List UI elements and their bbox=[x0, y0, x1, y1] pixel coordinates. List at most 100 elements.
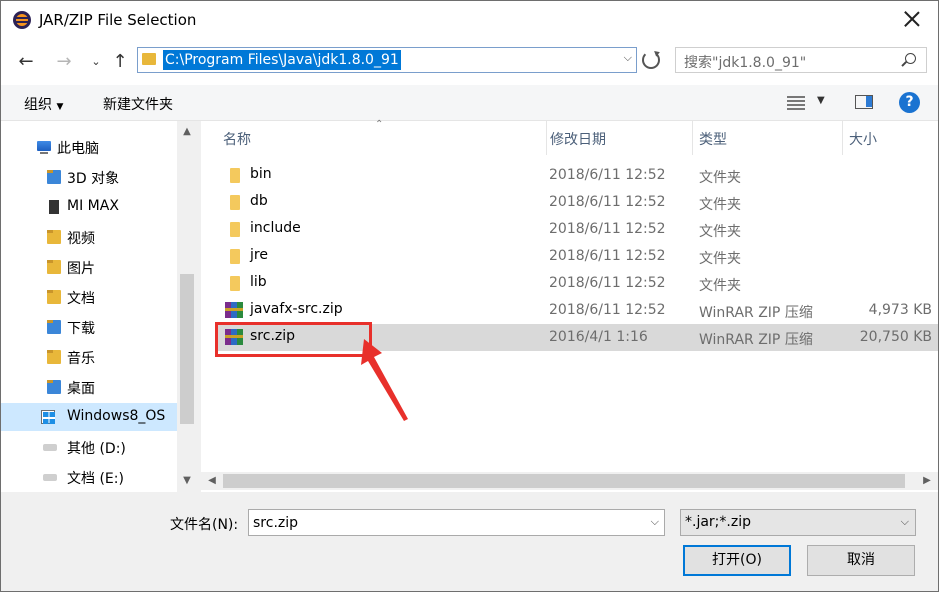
navigation-pane: 此电脑 3D 对象 MI MAX 视频 图片 文档 下载 音乐 桌面 Windo… bbox=[1, 121, 197, 492]
search-box[interactable]: 搜索"jdk1.8.0_91" bbox=[675, 47, 927, 73]
chevron-down-icon[interactable]: ⌵ bbox=[624, 51, 632, 65]
scroll-right-icon[interactable]: ▶ bbox=[918, 472, 936, 490]
scroll-thumb[interactable] bbox=[223, 474, 905, 488]
column-header-label: 名称 bbox=[223, 132, 251, 148]
folder-icon bbox=[230, 276, 240, 291]
nav-scrollbar[interactable]: ▲ ▼ bbox=[177, 121, 197, 492]
download-folder-icon bbox=[47, 320, 61, 334]
column-header-name[interactable]: 名称 bbox=[201, 121, 546, 155]
folder-icon bbox=[142, 53, 156, 65]
address-bar[interactable]: C:\Program Files\Java\jdk1.8.0_91 ⌵ bbox=[137, 47, 637, 73]
nav-item-drive-d[interactable]: 其他 (D:) bbox=[1, 433, 177, 461]
file-modified: 2018/6/11 12:52 bbox=[549, 167, 666, 183]
nav-item-3d-objects[interactable]: 3D 对象 bbox=[1, 163, 177, 191]
command-toolbar: 组织 ▼ 新建文件夹 ▼ ? bbox=[1, 85, 938, 121]
column-header-label: 大小 bbox=[849, 132, 877, 148]
nav-item-windows8-os[interactable]: Windows8_OS bbox=[1, 403, 177, 431]
nav-item-documents[interactable]: 文档 bbox=[1, 283, 177, 311]
file-name: jre bbox=[250, 247, 268, 263]
horizontal-scrollbar[interactable]: ◀ ▶ bbox=[201, 472, 938, 490]
nav-item-label: MI MAX bbox=[67, 198, 119, 214]
refresh-icon[interactable] bbox=[642, 51, 660, 69]
file-modified: 2018/6/11 12:52 bbox=[549, 194, 666, 210]
computer-icon bbox=[37, 141, 51, 154]
forward-arrow-icon[interactable]: → bbox=[53, 51, 75, 73]
chevron-down-icon[interactable]: ⌵ bbox=[901, 515, 909, 529]
title-bar: JAR/ZIP File Selection bbox=[1, 1, 938, 39]
organize-button[interactable]: 组织 ▼ bbox=[24, 94, 63, 114]
address-path[interactable]: C:\Program Files\Java\jdk1.8.0_91 bbox=[163, 50, 401, 70]
column-header-type[interactable]: 类型 bbox=[692, 121, 842, 155]
folder-icon bbox=[230, 168, 240, 183]
open-button[interactable]: 打开(O) bbox=[683, 545, 791, 576]
nav-item-this-pc[interactable]: 此电脑 bbox=[1, 133, 177, 161]
recent-locations-chevron-icon[interactable]: ⌄ bbox=[85, 51, 107, 73]
file-name: javafx-src.zip bbox=[250, 301, 343, 317]
file-list: ⌃ 名称 修改日期 类型 大小 bin 2018/6/11 12:52 文件夹 … bbox=[201, 119, 938, 492]
folder-icon bbox=[230, 195, 240, 210]
folder-icon bbox=[47, 230, 61, 244]
file-modified: 2018/6/11 12:52 bbox=[549, 275, 666, 291]
nav-item-music[interactable]: 音乐 bbox=[1, 343, 177, 371]
up-arrow-icon[interactable]: ↑ bbox=[109, 51, 131, 73]
scroll-left-icon[interactable]: ◀ bbox=[203, 472, 221, 490]
file-row[interactable]: db 2018/6/11 12:52 文件夹 bbox=[216, 189, 938, 216]
scroll-thumb[interactable] bbox=[180, 274, 194, 424]
cancel-button[interactable]: 取消 bbox=[807, 545, 915, 576]
file-type-filter-select[interactable]: *.jar;*.zip ⌵ bbox=[680, 509, 916, 536]
folder-icon bbox=[47, 170, 61, 184]
nav-item-mi-max[interactable]: MI MAX bbox=[1, 193, 177, 221]
search-input[interactable]: 搜索"jdk1.8.0_91" bbox=[684, 52, 806, 72]
nav-item-label: 此电脑 bbox=[57, 141, 99, 157]
folder-icon bbox=[47, 290, 61, 304]
file-modified: 2018/6/11 12:52 bbox=[549, 221, 666, 237]
filename-input[interactable] bbox=[253, 513, 633, 532]
search-icon[interactable] bbox=[905, 53, 916, 64]
column-header-label: 修改日期 bbox=[550, 132, 606, 148]
back-arrow-icon[interactable]: ← bbox=[15, 51, 37, 73]
filter-value: *.jar;*.zip bbox=[685, 514, 751, 530]
chevron-down-icon[interactable]: ⌵ bbox=[651, 515, 659, 529]
navigation-bar: ← → ⌄ ↑ C:\Program Files\Java\jdk1.8.0_9… bbox=[1, 39, 938, 85]
file-row[interactable]: include 2018/6/11 12:52 文件夹 bbox=[216, 216, 938, 243]
drive-icon bbox=[43, 474, 57, 481]
phone-icon bbox=[49, 200, 59, 214]
folder-icon bbox=[47, 380, 61, 394]
file-type: 文件夹 bbox=[699, 251, 741, 267]
column-header-label: 类型 bbox=[699, 132, 727, 148]
column-header-modified[interactable]: 修改日期 bbox=[546, 121, 696, 155]
scroll-up-icon[interactable]: ▲ bbox=[177, 123, 197, 141]
help-icon[interactable]: ? bbox=[899, 92, 920, 113]
nav-item-label: 音乐 bbox=[67, 351, 95, 367]
file-size: 20,750 KB bbox=[859, 329, 932, 345]
new-folder-button[interactable]: 新建文件夹 bbox=[103, 94, 173, 114]
file-name: bin bbox=[250, 166, 272, 182]
nav-item-label: 下载 bbox=[67, 321, 95, 337]
file-row[interactable]: javafx-src.zip 2018/6/11 12:52 WinRAR ZI… bbox=[216, 297, 938, 324]
close-icon[interactable] bbox=[900, 7, 924, 31]
preview-pane-icon[interactable] bbox=[855, 95, 873, 109]
nav-item-drive-e[interactable]: 文档 (E:) bbox=[1, 463, 177, 491]
folder-icon bbox=[230, 249, 240, 264]
view-options-icon[interactable] bbox=[787, 96, 805, 110]
file-modified: 2016/4/1 1:16 bbox=[549, 329, 648, 345]
nav-item-downloads[interactable]: 下载 bbox=[1, 313, 177, 341]
filename-label: 文件名(N): bbox=[170, 517, 239, 533]
file-row[interactable]: jre 2018/6/11 12:52 文件夹 bbox=[216, 243, 938, 270]
nav-item-label: 3D 对象 bbox=[67, 171, 120, 187]
file-row[interactable]: bin 2018/6/11 12:52 文件夹 bbox=[216, 162, 938, 189]
caret-down-icon[interactable]: ▼ bbox=[817, 95, 825, 106]
file-row[interactable]: lib 2018/6/11 12:52 文件夹 bbox=[216, 270, 938, 297]
folder-icon bbox=[47, 260, 61, 274]
file-type: 文件夹 bbox=[699, 197, 741, 213]
nav-item-pictures[interactable]: 图片 bbox=[1, 253, 177, 281]
nav-item-videos[interactable]: 视频 bbox=[1, 223, 177, 251]
nav-item-desktop[interactable]: 桌面 bbox=[1, 373, 177, 401]
column-header-size[interactable]: 大小 bbox=[842, 121, 938, 155]
file-modified: 2018/6/11 12:52 bbox=[549, 248, 666, 264]
filename-combobox[interactable]: ⌵ bbox=[248, 509, 665, 536]
highlight-box-annotation bbox=[215, 322, 372, 357]
folder-icon bbox=[230, 222, 240, 237]
scroll-down-icon[interactable]: ▼ bbox=[177, 472, 197, 490]
file-name: db bbox=[250, 193, 268, 209]
